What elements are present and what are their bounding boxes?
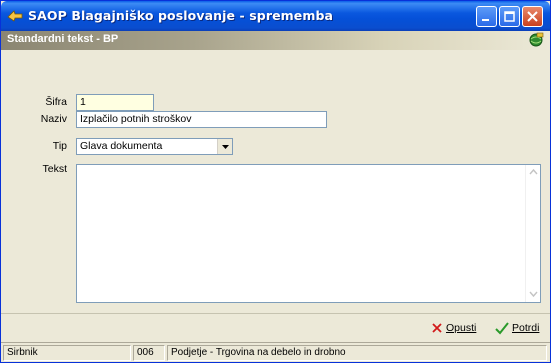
minimize-icon — [482, 19, 489, 21]
scroll-up-icon[interactable] — [528, 167, 539, 176]
cancel-x-icon — [432, 323, 442, 333]
divider — [1, 313, 550, 314]
scroll-down-icon[interactable] — [528, 290, 539, 299]
tip-label: Tip — [52, 140, 67, 152]
confirm-button[interactable]: Potrdi — [495, 319, 539, 337]
window-title: SAOP Blagajniško poslovanje - sprememba — [28, 8, 334, 23]
naziv-field[interactable]: Izplačilo potnih stroškov — [76, 111, 327, 128]
confirm-button-label: Potrdi — [512, 322, 540, 334]
tekst-label: Tekst — [42, 163, 67, 175]
status-bar: Sirbnik 006 Podjetje - Trgovina na debel… — [1, 342, 550, 362]
checkmark-icon — [495, 321, 509, 334]
dropdown-button[interactable] — [217, 139, 232, 154]
cancel-button-label: Opusti — [446, 322, 477, 334]
close-icon — [527, 11, 538, 22]
maximize-icon — [504, 11, 515, 22]
naziv-label: Naziv — [40, 113, 67, 125]
cancel-button[interactable]: Opusti — [431, 319, 476, 337]
sifra-label: Šifra — [45, 96, 67, 108]
section-title: Standardni tekst - BP — [7, 33, 119, 45]
tip-select-value: Glava dokumenta — [80, 140, 163, 152]
vertical-scrollbar[interactable] — [525, 165, 540, 302]
close-button[interactable] — [522, 6, 543, 27]
tekst-textarea[interactable] — [76, 164, 541, 303]
tip-select[interactable]: Glava dokumenta — [76, 138, 233, 155]
sifra-field[interactable]: 1 — [76, 94, 154, 111]
chevron-down-icon — [222, 145, 229, 149]
section-header: Standardni tekst - BP — [1, 31, 550, 50]
status-code: 006 — [133, 345, 165, 361]
application-window: SAOP Blagajniško poslovanje - sprememba … — [0, 0, 551, 363]
help-globe-icon[interactable] — [528, 32, 544, 48]
status-company: Podjetje - Trgovina na debelo in drobno — [167, 345, 547, 361]
title-bar[interactable]: SAOP Blagajniško poslovanje - sprememba — [1, 1, 550, 31]
maximize-button[interactable] — [499, 6, 520, 27]
app-icon — [7, 10, 23, 22]
minimize-button[interactable] — [476, 6, 497, 27]
status-user: Sirbnik — [3, 345, 131, 361]
